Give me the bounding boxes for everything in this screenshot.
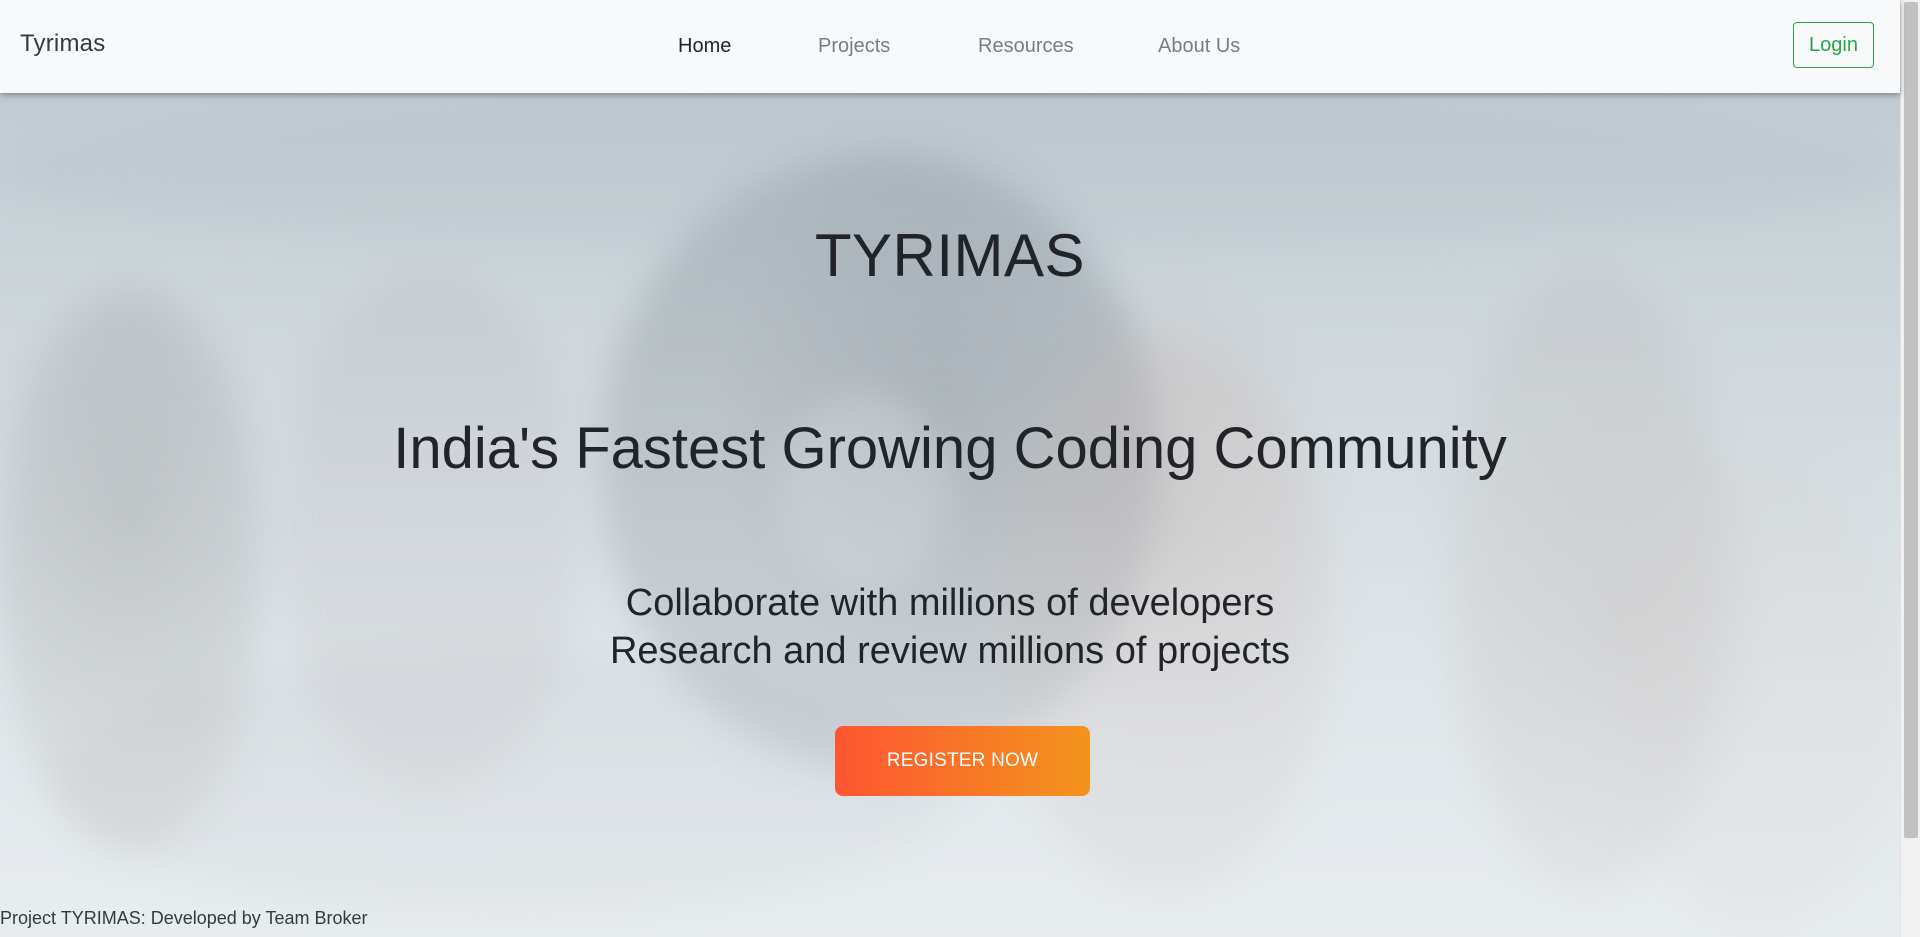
hero-tagline-2: Research and review millions of projects xyxy=(609,630,1291,672)
hero-section: TYRIMAS India's Fastest Growing Coding C… xyxy=(0,93,1900,937)
page: Tyrimas Home Projects Resources About Us… xyxy=(0,0,1920,937)
navbar: Tyrimas Home Projects Resources About Us… xyxy=(0,0,1900,93)
register-now-button[interactable]: REGISTER NOW xyxy=(835,726,1090,796)
hero-subtitle: India's Fastest Growing Coding Community xyxy=(393,416,1507,481)
nav-about-us-link[interactable]: About Us xyxy=(1158,35,1240,58)
nav-resources-link[interactable]: Resources xyxy=(978,35,1074,58)
hero-overlay xyxy=(0,93,1900,937)
nav-links: Home Projects Resources About Us xyxy=(0,0,1900,93)
page-scrollbar[interactable] xyxy=(1900,0,1920,937)
nav-projects-link[interactable]: Projects xyxy=(818,35,890,58)
login-button[interactable]: Login xyxy=(1793,22,1874,68)
hero-title: TYRIMAS xyxy=(814,222,1086,289)
footer-credit: Project TYRIMAS: Developed by Team Broke… xyxy=(0,908,368,928)
hero-tagline-1: Collaborate with millions of developers xyxy=(625,582,1275,624)
scrollbar-thumb[interactable] xyxy=(1904,2,1918,838)
nav-home-link[interactable]: Home xyxy=(678,35,731,58)
